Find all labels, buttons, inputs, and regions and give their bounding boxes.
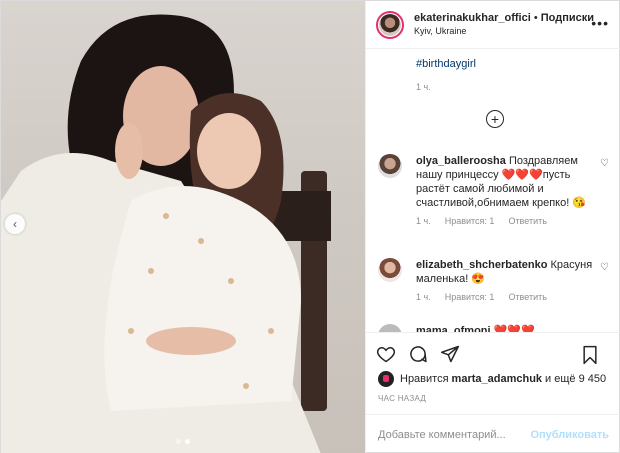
liker-username[interactable]: marta_adamchuk xyxy=(452,373,543,385)
caption-time: 1 ч. xyxy=(416,82,431,92)
post-location[interactable]: Kyiv, Ukraine xyxy=(414,25,594,38)
heart-icon[interactable] xyxy=(376,344,396,364)
heart-outline-icon[interactable]: ♡ xyxy=(600,158,609,169)
author-avatar[interactable] xyxy=(376,10,404,39)
carousel-indicator xyxy=(1,439,365,444)
comment-avatar[interactable] xyxy=(378,324,402,332)
comment-icon[interactable] xyxy=(408,344,428,364)
comment-text: ❤️❤️❤️ xyxy=(493,325,535,332)
reply-button[interactable]: Ответить xyxy=(508,216,546,226)
comment-username[interactable]: olya_balleroosha xyxy=(416,155,506,167)
photo-illustration xyxy=(1,14,331,453)
post-side-panel: ekaterinakukhar_offici • Подписки Kyiv, … xyxy=(365,1,620,453)
carousel-dot-active xyxy=(185,439,190,444)
caption-hashtag[interactable]: #birthdaygirl xyxy=(416,58,476,70)
post-timestamp[interactable]: ЧАС НАЗАД xyxy=(378,394,426,403)
header-separator: • xyxy=(533,11,538,24)
plus-circle-icon: + xyxy=(490,111,500,127)
chevron-left-icon: ‹ xyxy=(13,217,17,231)
load-more-comments-button[interactable]: + xyxy=(486,110,504,128)
likes-prefix: Нравится xyxy=(400,373,449,385)
publish-button[interactable]: Опубликовать xyxy=(530,429,609,441)
add-comment-form: Опубликовать xyxy=(366,414,620,453)
comment-time: 1 ч. xyxy=(416,292,431,302)
comment-likes[interactable]: Нравится: 1 xyxy=(445,216,495,226)
likes-count[interactable]: и ещё 9 450 xyxy=(545,373,606,385)
post-actions-bar xyxy=(366,332,620,374)
following-button[interactable]: Подписки xyxy=(541,12,594,24)
reply-button[interactable]: Ответить xyxy=(508,292,546,302)
comment-item: olya_balleroosha Поздравляем нашу принце… xyxy=(378,154,611,226)
comment-username[interactable]: elizabeth_shcherbatenko xyxy=(416,259,547,271)
previous-photo-button[interactable]: ‹ xyxy=(5,214,25,234)
share-icon[interactable] xyxy=(440,344,460,364)
comment-item: elizabeth_shcherbatenko Красуня маленька… xyxy=(378,258,611,302)
comment-avatar[interactable] xyxy=(378,258,402,282)
post-header: ekaterinakukhar_offici • Подписки Kyiv, … xyxy=(366,1,620,49)
comment-likes[interactable]: Нравится: 1 xyxy=(445,292,495,302)
comment-time: 1 ч. xyxy=(416,216,431,226)
more-options-icon[interactable]: ••• xyxy=(591,15,609,31)
heart-outline-icon[interactable]: ♡ xyxy=(600,262,609,273)
comment-input[interactable] xyxy=(378,428,531,441)
post-photo[interactable]: ‹ xyxy=(1,1,365,453)
comment-avatar[interactable] xyxy=(378,154,402,178)
comment-username[interactable]: mama_ofmoni xyxy=(416,325,491,332)
post-modal: ‹ ekaterinakukhar_offici • Подписки Kyiv… xyxy=(0,0,620,453)
author-username[interactable]: ekaterinakukhar_offici xyxy=(414,12,531,24)
comment-item-partial: mama_ofmoni ❤️❤️❤️ xyxy=(378,324,611,332)
liker-avatar[interactable] xyxy=(378,371,394,387)
comments-scroll-area[interactable]: #birthdaygirl 1 ч. + olya_balleroosha По… xyxy=(366,50,620,332)
bookmark-icon[interactable] xyxy=(581,345,599,365)
carousel-dot xyxy=(176,439,181,444)
likes-summary: Нравится marta_adamchuk и ещё 9 450 xyxy=(378,371,611,387)
